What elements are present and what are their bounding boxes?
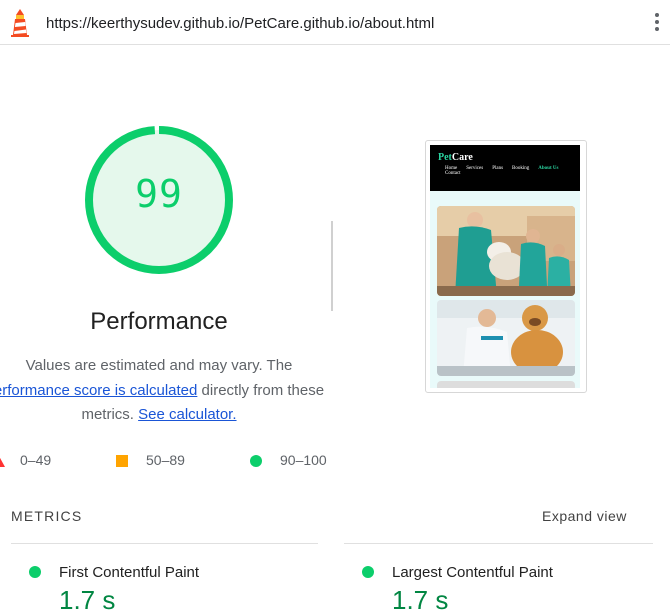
score-calculated-link[interactable]: erformance score is calculated xyxy=(0,382,197,399)
lighthouse-icon xyxy=(11,9,29,37)
report-header: https://keerthysudev.github.io/PetCare.g… xyxy=(0,0,670,45)
metrics-divider-right xyxy=(344,543,653,544)
description-text-1: Values are estimated and may vary. The xyxy=(25,357,293,374)
expand-view-toggle[interactable]: Expand view xyxy=(542,508,627,524)
screenshot-nav-item-active: About Us xyxy=(538,166,559,171)
legend-pass: 90–100 xyxy=(280,452,327,468)
screenshot-navbar: PetCare Home Services Plans Booking About Us… xyxy=(430,145,580,191)
screenshot-nav-item: Services xyxy=(466,166,484,171)
screenshot-nav-item: Contact xyxy=(445,171,461,176)
legend-average: 50–89 xyxy=(146,452,185,468)
pass-circle-icon xyxy=(250,455,262,467)
legend-fail: 0–49 xyxy=(20,452,52,468)
screenshot-nav-links: Home Services Plans Booking About Us Contact xyxy=(445,166,577,176)
screenshot-brand: PetCare xyxy=(438,152,473,163)
metrics-heading: METRICS xyxy=(11,508,83,524)
screenshot-nav-item: Booking xyxy=(512,166,530,171)
description-text-3: metrics. xyxy=(81,406,139,423)
metric-label-fcp: First Contentful Paint xyxy=(59,564,200,581)
metrics-divider-left xyxy=(11,543,318,544)
next-photo-edge xyxy=(437,381,575,388)
lcp-pass-circle-icon xyxy=(362,566,374,578)
metric-label-lcp: Largest Contentful Paint xyxy=(392,564,553,581)
average-square-icon xyxy=(116,455,128,467)
description-text-2: directly from these xyxy=(197,381,325,399)
vet-team-dog-photo xyxy=(437,206,575,296)
kebab-menu-icon[interactable] xyxy=(652,13,662,35)
final-screenshot[interactable]: PetCare Home Services Plans Booking About Us… xyxy=(425,140,587,393)
screenshot-page: PetCare Home Services Plans Booking About Us… xyxy=(430,145,580,388)
vertical-divider xyxy=(331,221,333,311)
screenshot-nav-item: Plans xyxy=(492,166,504,171)
score-description: Values are estimated and may vary. The e… xyxy=(0,354,338,428)
vet-retriever-photo xyxy=(437,300,575,376)
performance-score: 99 xyxy=(135,172,183,216)
gauge-title: Performance xyxy=(90,308,228,335)
see-calculator-link[interactable]: See calculator. xyxy=(138,406,236,423)
fcp-pass-circle-icon xyxy=(29,566,41,578)
page-url[interactable]: https://keerthysudev.github.io/PetCare.g… xyxy=(46,15,434,32)
fail-triangle-icon xyxy=(0,456,5,467)
